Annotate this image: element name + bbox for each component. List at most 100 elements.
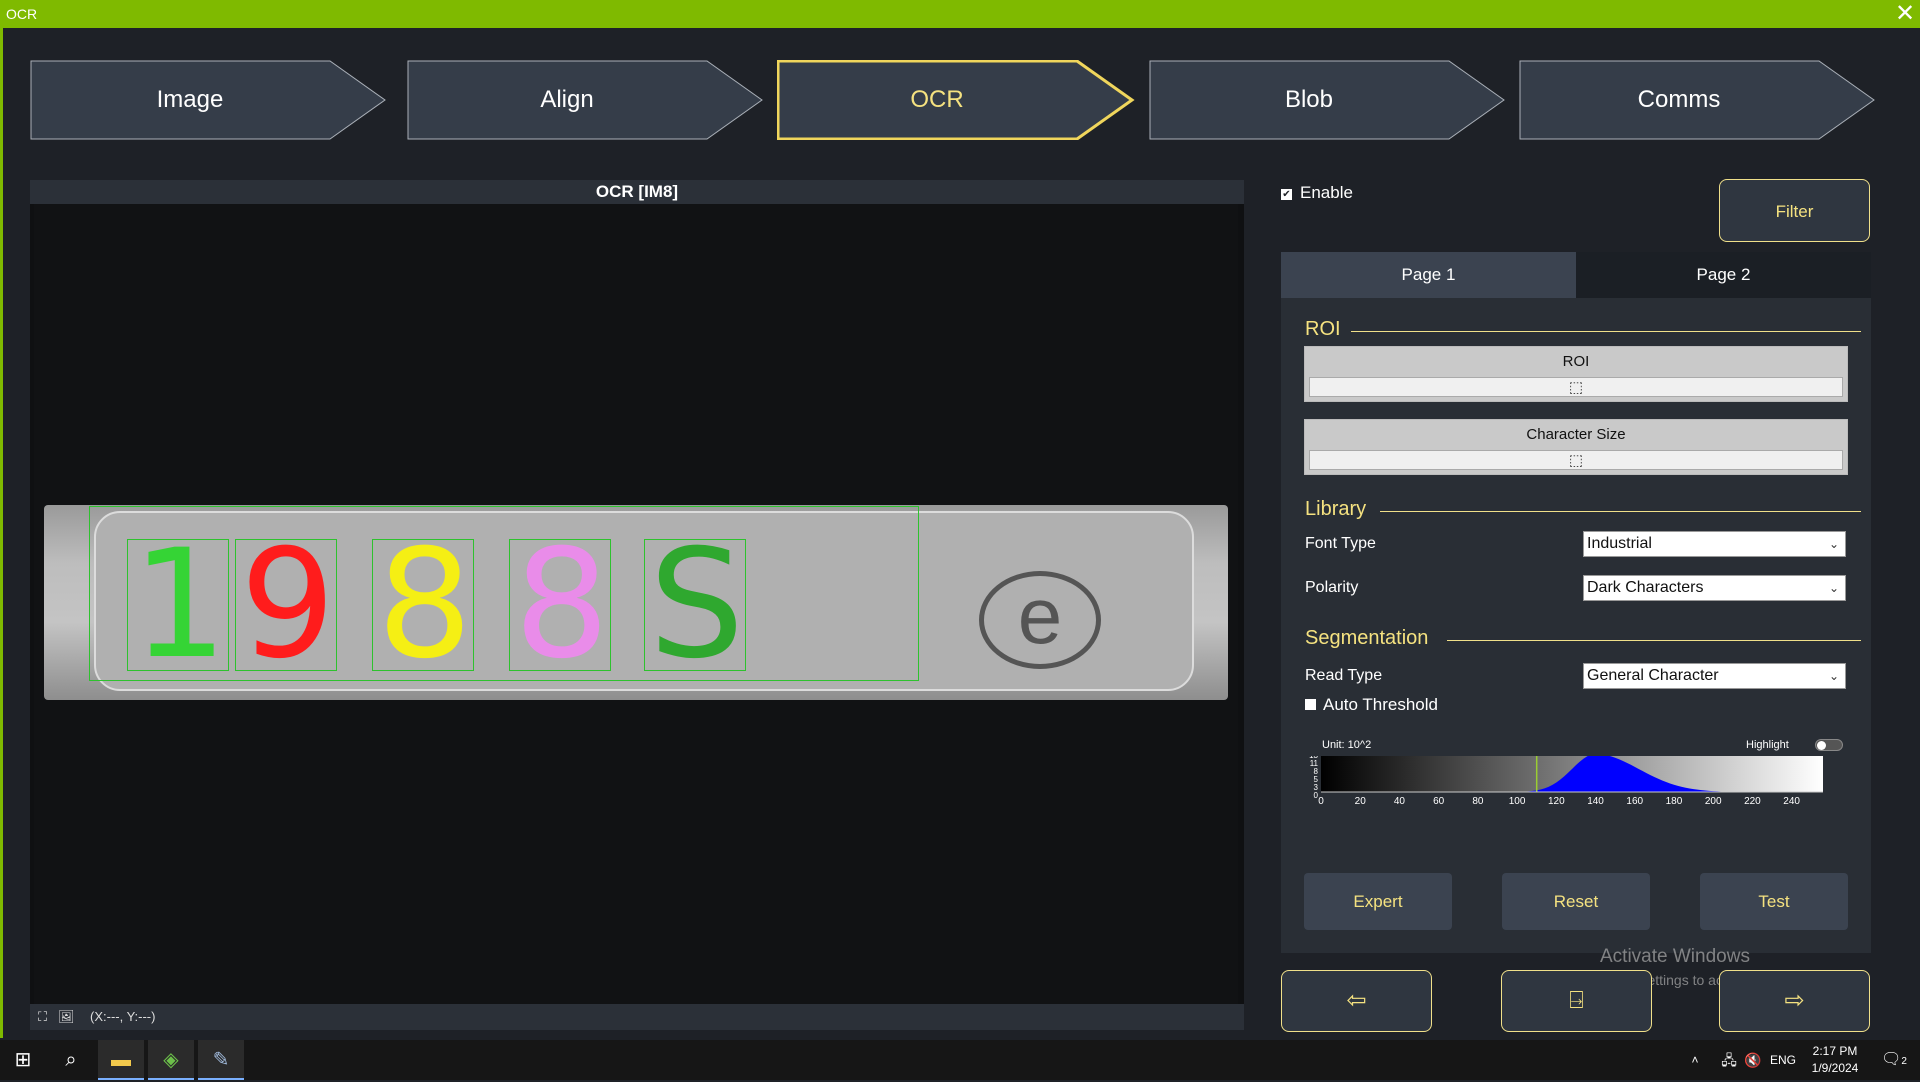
segmentation-section-title: Segmentation — [1305, 627, 1429, 649]
edit-region-icon: ⬚ — [1568, 379, 1584, 396]
close-icon[interactable]: ✕ — [1892, 1, 1918, 27]
font-type-label: Font Type — [1305, 535, 1376, 552]
image-canvas[interactable]: 1988S e — [34, 204, 1238, 1004]
test-button[interactable]: Test — [1700, 873, 1848, 930]
font-type-select[interactable]: Industrial ⌄ — [1583, 531, 1846, 557]
settings-panel: ROI ROI ⬚ Character Size ⬚ Library Font … — [1281, 298, 1871, 953]
x-tick-label: 60 — [1433, 796, 1445, 807]
histogram[interactable]: 0204060801001201401601802002202401311853… — [1303, 756, 1823, 826]
roi-section-header: ROI — [1305, 318, 1865, 341]
highlight-toggle[interactable] — [1815, 739, 1843, 751]
font-type-value: Industrial — [1587, 535, 1652, 552]
histogram-unit: Unit: 10^2 — [1322, 739, 1372, 751]
auto-threshold-checkbox[interactable]: Auto Threshold — [1305, 695, 1438, 715]
image-icon[interactable]: 🖼 — [58, 1009, 75, 1025]
volume-muted-icon[interactable]: 🔇 — [1742, 1040, 1764, 1080]
notification-icon[interactable]: 🗨2 — [1874, 1040, 1914, 1080]
window-border — [0, 28, 3, 1038]
recognized-character: 8 — [514, 518, 610, 692]
step-label: OCR — [910, 86, 964, 113]
roi-editor: ROI ⬚ — [1304, 346, 1848, 402]
x-tick-label: 20 — [1355, 796, 1367, 807]
image-viewer: OCR [IM8] 1988S e ⛶ 🖼 (X:---, Y:---) — [30, 180, 1244, 1030]
step-image[interactable]: Image — [30, 60, 390, 140]
polarity-value: Dark Characters — [1587, 579, 1704, 596]
chevron-down-icon: ⌄ — [1828, 537, 1839, 551]
character-size-editor: Character Size ⬚ — [1304, 419, 1848, 475]
recognized-character: 1 — [132, 518, 228, 692]
windows-start-icon[interactable]: ⊞ — [0, 1040, 46, 1080]
clock-date: 1/9/2024 — [1811, 1061, 1859, 1075]
title-bar: OCR ✕ — [0, 0, 1920, 28]
step-comms[interactable]: Comms — [1519, 60, 1879, 140]
clock[interactable]: 2:17 PM 1/9/2024 — [1800, 1043, 1870, 1077]
roi-edit-button[interactable]: ⬚ — [1309, 377, 1843, 397]
segmentation-section-header: Segmentation — [1305, 627, 1865, 650]
step-label: Comms — [1637, 86, 1721, 113]
clock-time: 2:17 PM — [1812, 1044, 1858, 1058]
x-tick-label: 180 — [1666, 796, 1683, 807]
read-type-value: General Character — [1587, 667, 1719, 684]
chevron-up-icon[interactable]: ˄ — [1685, 1040, 1705, 1080]
exit-button[interactable]: ⍈ — [1501, 970, 1652, 1032]
x-tick-label: 240 — [1783, 796, 1800, 807]
x-tick-label: 220 — [1744, 796, 1761, 807]
paint-app-icon[interactable]: ✎ — [198, 1040, 244, 1080]
character-size-edit-button[interactable]: ⬚ — [1309, 450, 1843, 470]
check-icon: ✔ — [1281, 189, 1292, 200]
chevron-down-icon: ⌄ — [1828, 669, 1839, 683]
filter-button[interactable]: Filter — [1719, 179, 1870, 242]
next-button[interactable]: ⇨ — [1719, 970, 1870, 1032]
enable-checkbox[interactable]: ✔ Enable — [1281, 183, 1353, 203]
checkbox-box — [1305, 699, 1316, 710]
roi-section-title: ROI — [1305, 318, 1341, 340]
activation-watermark-title: Activate Windows — [1600, 946, 1750, 967]
x-tick-label: 120 — [1548, 796, 1565, 807]
reset-button[interactable]: Reset — [1502, 873, 1650, 930]
x-tick-label: 80 — [1472, 796, 1484, 807]
file-explorer-icon[interactable]: ▬ — [98, 1040, 144, 1080]
recognized-character: 9 — [240, 518, 336, 692]
auto-threshold-label: Auto Threshold — [1323, 695, 1438, 714]
roi-label: ROI — [1562, 353, 1590, 370]
back-button[interactable]: ⇦ — [1281, 970, 1432, 1032]
step-ocr[interactable]: OCR — [777, 60, 1137, 140]
language-indicator[interactable]: ENG — [1768, 1040, 1798, 1080]
chevron-down-icon: ⌄ — [1828, 581, 1839, 595]
network-icon[interactable]: 🖧 — [1718, 1040, 1740, 1080]
arrow-left-icon: ⇦ — [1346, 987, 1367, 1014]
tab-page-1[interactable]: Page 1 — [1281, 252, 1576, 298]
x-tick-label: 100 — [1509, 796, 1526, 807]
character-size-label: Character Size — [1526, 426, 1626, 443]
tab-page-2[interactable]: Page 2 — [1576, 252, 1871, 298]
taskbar: ⊞ ⌕ ▬ ◈ ✎ ˄ 🖧 🔇 ENG 2:17 PM 1/9/2024 🗨2 — [0, 1040, 1920, 1080]
recognized-character: 8 — [377, 518, 473, 692]
recognized-character: S — [649, 518, 745, 692]
chat-bubble-icon: 🗨 — [1881, 1051, 1902, 1068]
x-tick-label: 160 — [1626, 796, 1643, 807]
expert-button[interactable]: Expert — [1304, 873, 1452, 930]
captured-image: 1988S e — [44, 505, 1228, 700]
vision-app-icon[interactable]: ◈ — [148, 1040, 194, 1080]
window-title: OCR — [6, 6, 38, 22]
divider — [1447, 640, 1861, 641]
highlight-label: Highlight — [1746, 739, 1789, 751]
read-type-label: Read Type — [1305, 667, 1383, 684]
notification-count: 2 — [1901, 1056, 1907, 1067]
embossed-e-mark: e — [979, 571, 1101, 669]
divider — [1380, 511, 1861, 512]
library-section-title: Library — [1305, 498, 1367, 520]
x-tick-label: 200 — [1705, 796, 1722, 807]
polarity-label: Polarity — [1305, 579, 1359, 596]
step-label: Align — [540, 86, 594, 113]
x-tick-label: 140 — [1587, 796, 1604, 807]
x-tick-label: 40 — [1394, 796, 1406, 807]
step-blob[interactable]: Blob — [1149, 60, 1509, 140]
read-type-select[interactable]: General Character ⌄ — [1583, 663, 1846, 689]
search-icon[interactable]: ⌕ — [48, 1040, 94, 1080]
polarity-select[interactable]: Dark Characters ⌄ — [1583, 575, 1846, 601]
page-tabs: Page 1 Page 2 — [1281, 252, 1871, 298]
enable-label: Enable — [1300, 183, 1353, 202]
fit-view-icon[interactable]: ⛶ — [38, 1009, 54, 1025]
step-align[interactable]: Align — [407, 60, 767, 140]
